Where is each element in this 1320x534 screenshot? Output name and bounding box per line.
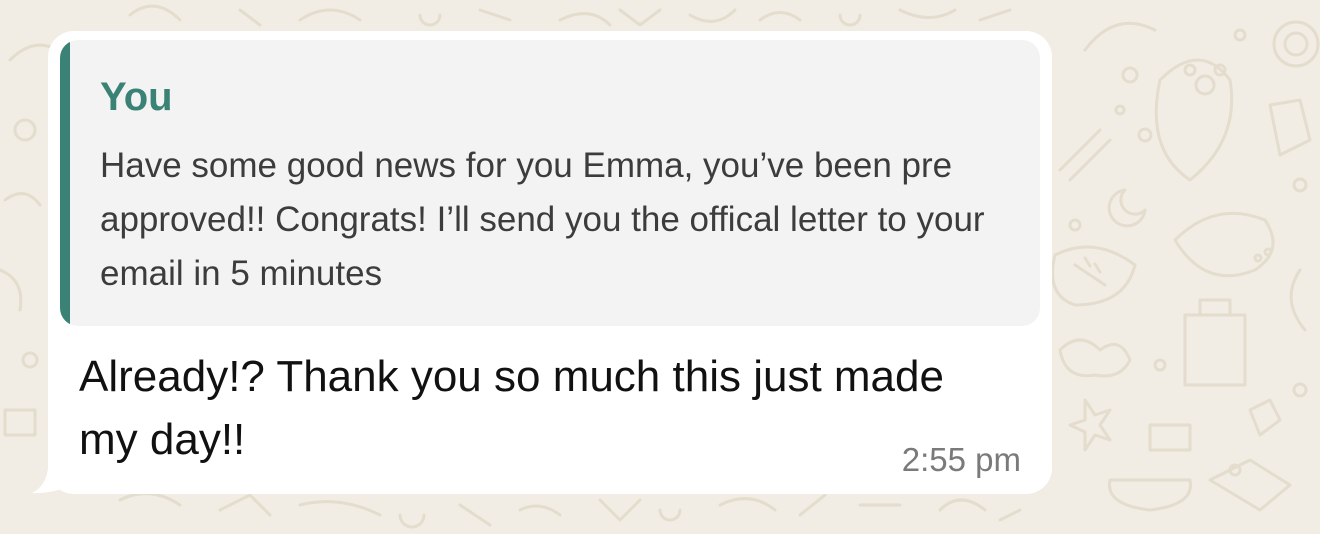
quoted-author: You [100,75,173,119]
quoted-message-text: Have some good news for you Emma, you’ve… [100,146,985,293]
message-bubble[interactable]: You Have some good news for you Emma, yo… [48,31,1052,494]
quoted-reply[interactable]: You Have some good news for you Emma, yo… [60,40,1040,326]
message-timestamp: 2:55 pm [901,441,1021,478]
message-text: Already!? Thank you so much this just ma… [79,352,944,464]
quote-accent-bar [60,40,70,326]
